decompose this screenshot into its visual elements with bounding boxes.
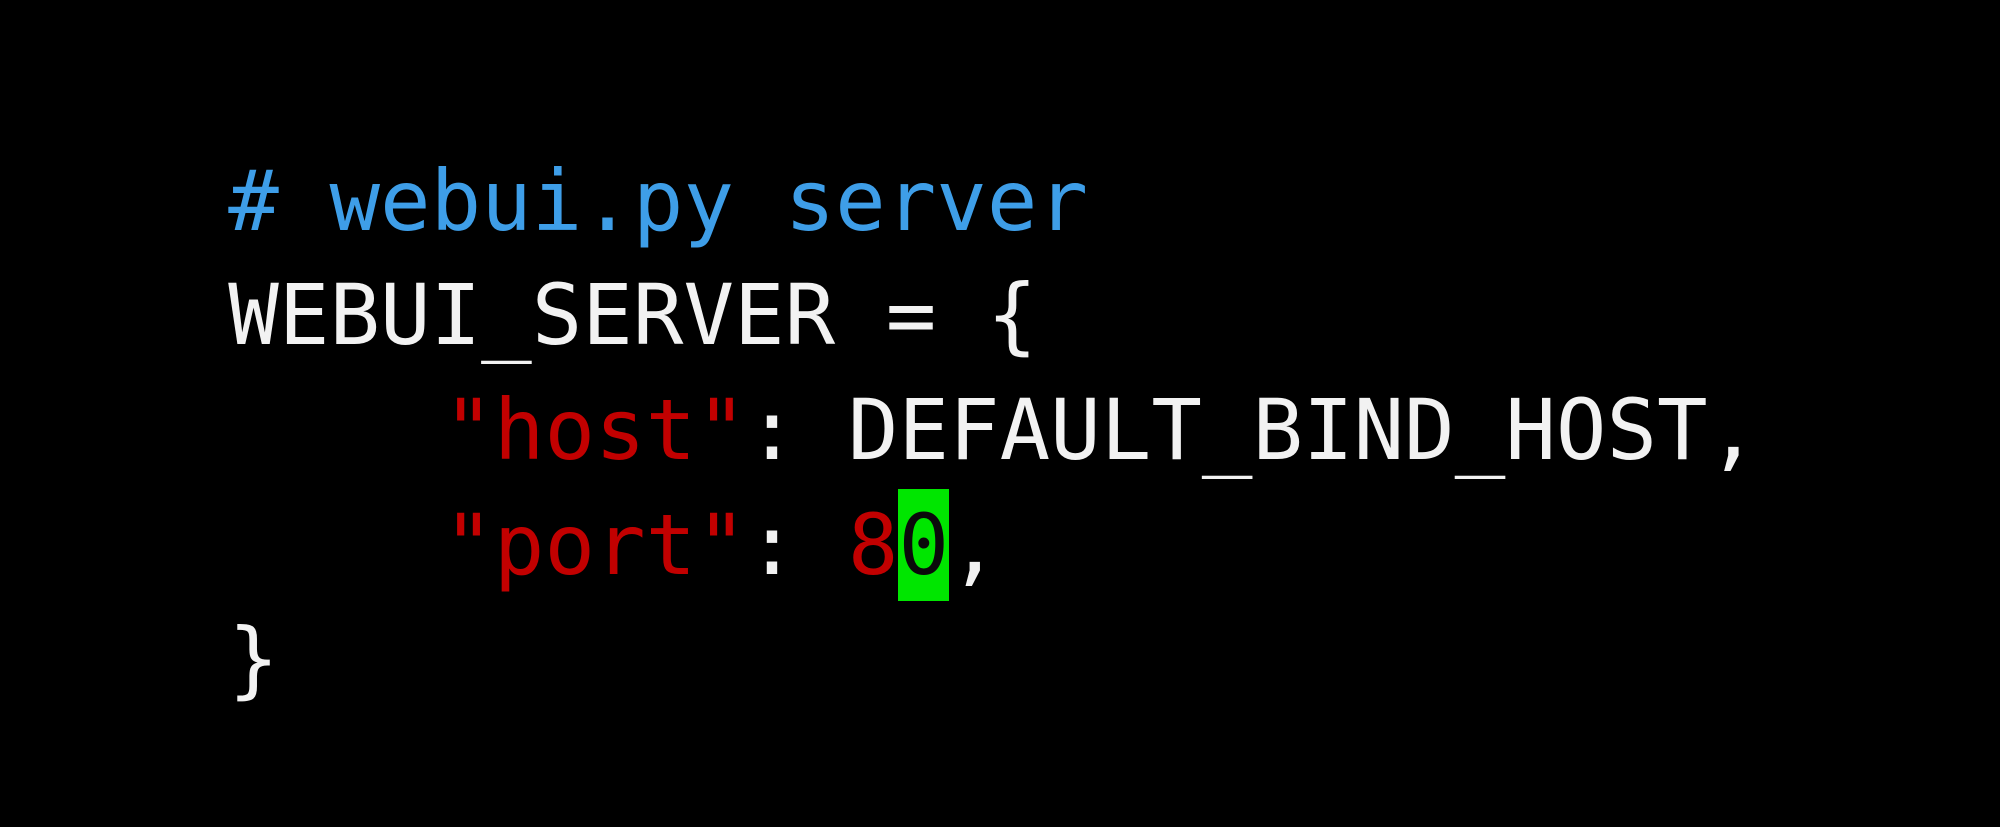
code-line-3: "host": DEFAULT_BIND_HOST, (26, 262, 1758, 479)
code-line-4: "port": 80, (26, 377, 1000, 601)
port-value: 8 (847, 496, 899, 594)
port-key: "port" (443, 496, 747, 594)
code-line-2: WEBUI_SERVER = { (26, 147, 1037, 364)
host-comma: , (1707, 381, 1759, 479)
code-line-5: } (26, 491, 279, 708)
terminal-editor[interactable]: # webui.py server WEBUI_SERVER = { "host… (0, 0, 2000, 712)
port-comma: , (949, 496, 1000, 594)
text-cursor[interactable]: 0 (898, 489, 950, 601)
closing-brace: } (228, 610, 279, 708)
port-separator: : (746, 496, 848, 594)
code-line-1: # webui.py server (26, 33, 1088, 250)
